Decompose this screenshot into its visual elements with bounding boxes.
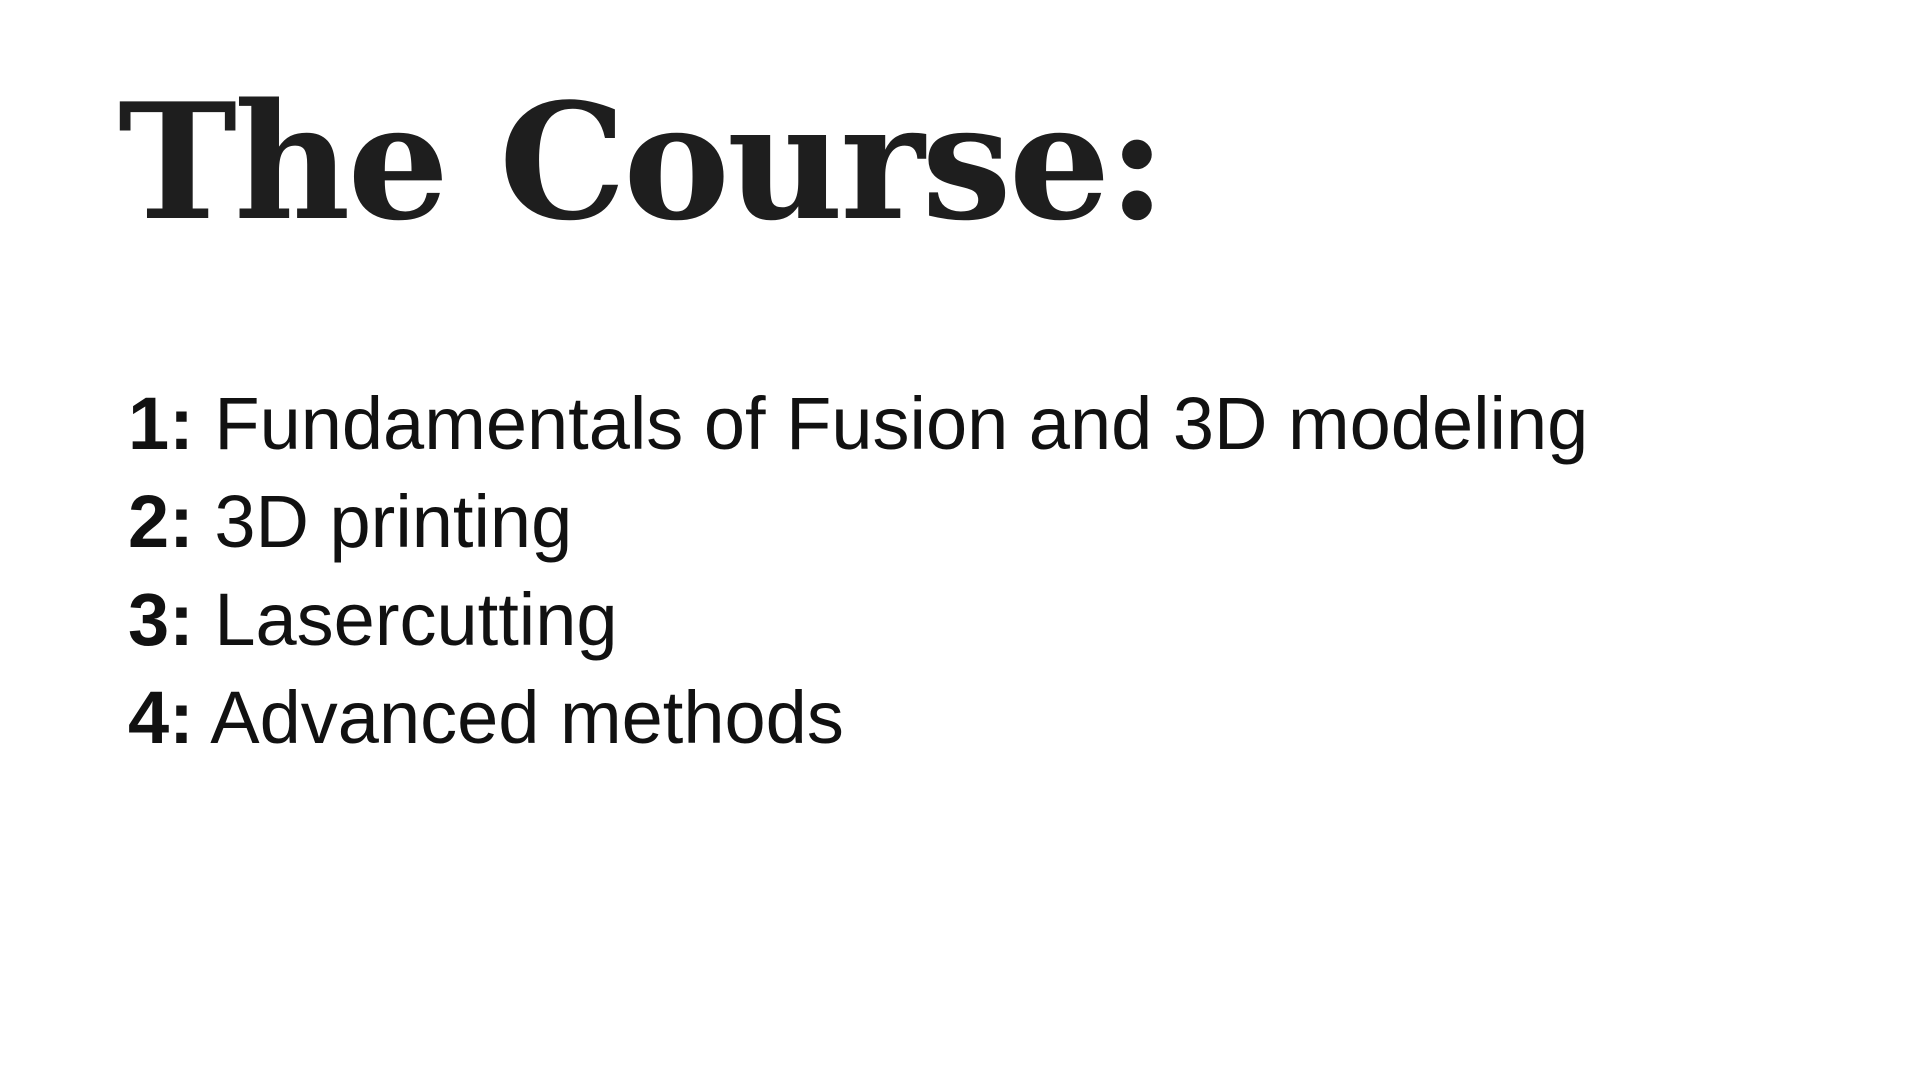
list-item: 3: Lasercutting <box>128 571 1588 669</box>
item-label: Advanced methods <box>210 676 844 759</box>
item-number: 1: <box>128 382 194 465</box>
item-label: Lasercutting <box>214 578 618 661</box>
slide-title: The Course: <box>118 68 1167 256</box>
list-item: 2: 3D printing <box>128 473 1588 571</box>
course-list: 1: Fundamentals of Fusion and 3D modelin… <box>128 375 1588 767</box>
list-item: 4: Advanced methods <box>128 669 1588 767</box>
item-number: 3: <box>128 578 194 661</box>
item-number: 2: <box>128 480 194 563</box>
item-number: 4: <box>128 676 194 759</box>
list-item: 1: Fundamentals of Fusion and 3D modelin… <box>128 375 1588 473</box>
item-label: Fundamentals of Fusion and 3D modeling <box>214 382 1589 465</box>
item-label: 3D printing <box>214 480 573 563</box>
slide: The Course: 1: Fundamentals of Fusion an… <box>0 0 1920 1080</box>
